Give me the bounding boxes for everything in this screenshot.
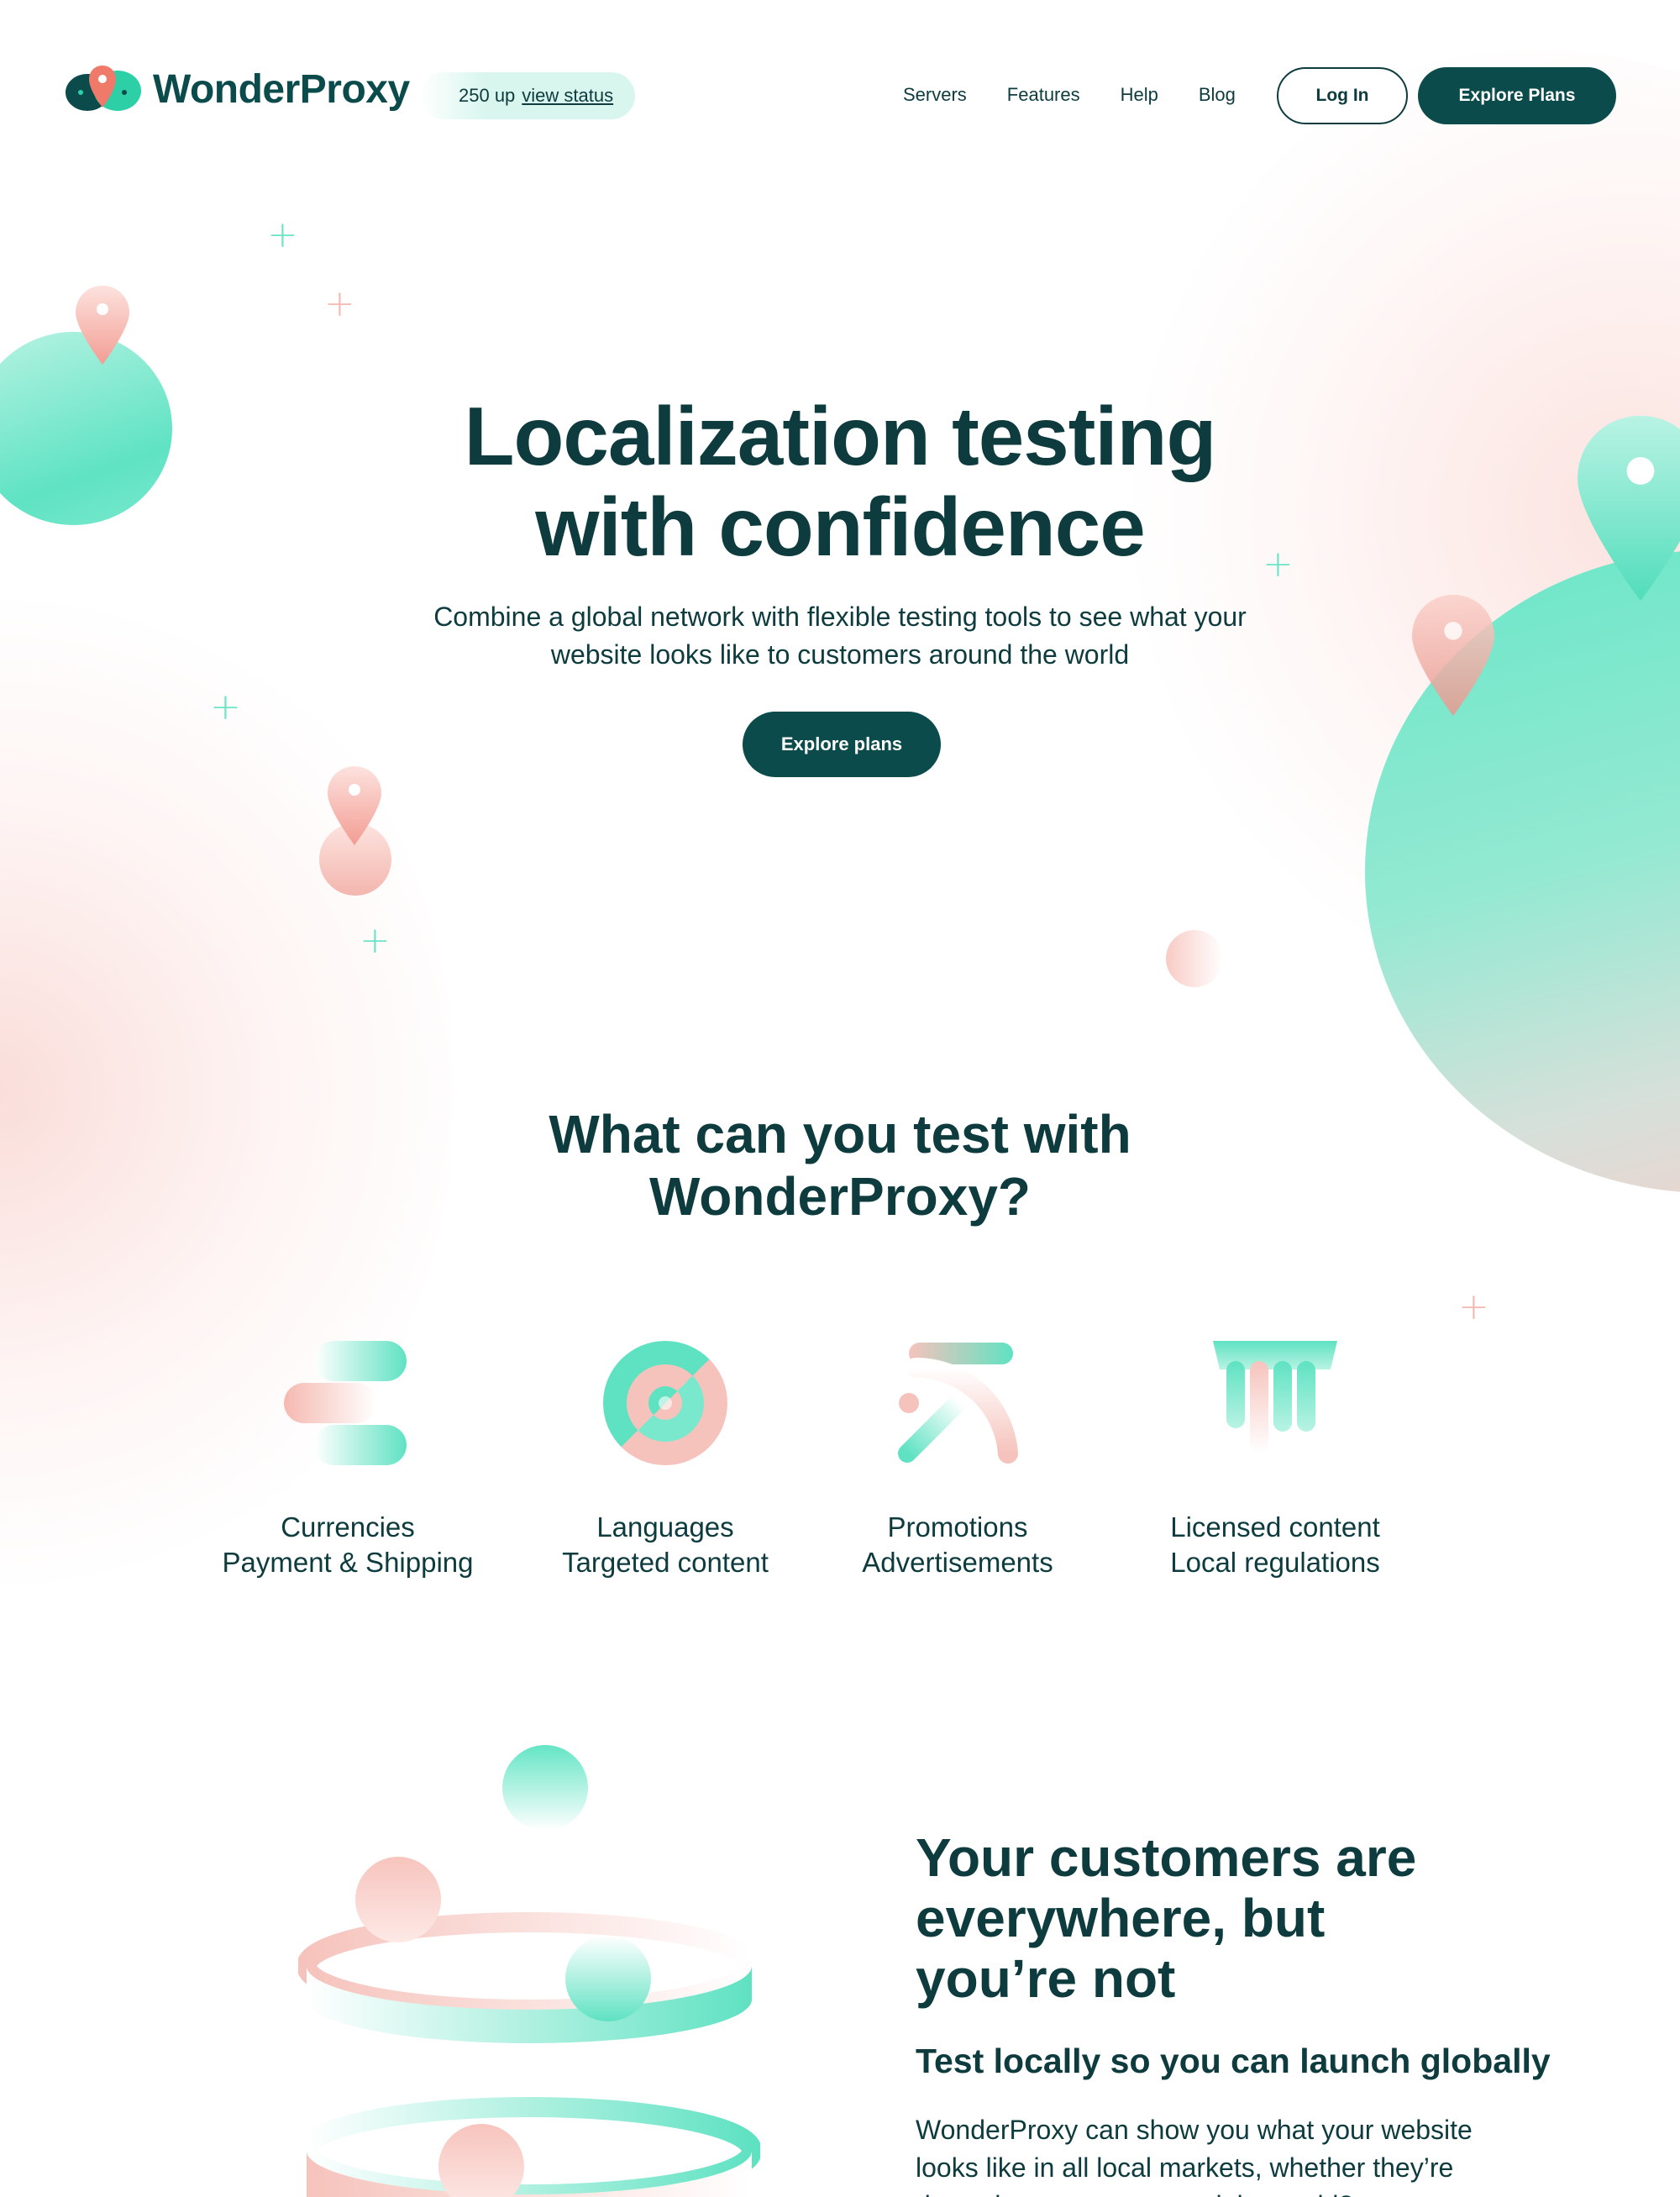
- customers-body-line: looks like in all local markets, whether…: [916, 2152, 1454, 2183]
- location-pin-icon: [328, 766, 381, 845]
- hero-title-line: with confidence: [535, 481, 1146, 573]
- hero-subtitle-line: Combine a global network with flexible t…: [433, 602, 1247, 632]
- feature-item: Licensed content Local regulations: [1132, 1336, 1418, 1580]
- sparkle-plus-icon: +: [324, 282, 355, 325]
- feature-label: Currencies: [281, 1511, 415, 1543]
- feature-item: Promotions Advertisements: [815, 1336, 1100, 1580]
- section-title-line: What can you test with: [549, 1104, 1131, 1164]
- login-button[interactable]: Log In: [1277, 67, 1408, 124]
- decorative-sphere: [565, 1936, 651, 2021]
- feature-label: Local regulations: [1170, 1547, 1380, 1578]
- customers-body-line: down the street or around the world?: [916, 2187, 1554, 2197]
- hero-subtitle-line: website looks like to customers around t…: [550, 639, 1130, 670]
- promotion-icon: [898, 1343, 1018, 1464]
- explore-plans-button[interactable]: Explore Plans: [1418, 67, 1616, 124]
- page: + + + + + + WonderProxy 250 up view stat…: [0, 0, 1680, 2197]
- feature-item: Currencies Payment & Shipping: [205, 1336, 491, 1580]
- nav-features[interactable]: Features: [1007, 84, 1080, 106]
- nav-help[interactable]: Help: [1121, 84, 1158, 106]
- currency-icon: [284, 1341, 407, 1465]
- main-nav: Servers Features Help Blog: [903, 84, 1236, 106]
- brand-name: WonderProxy: [153, 66, 410, 112]
- feature-label: Advertisements: [862, 1547, 1053, 1578]
- server-status-pill: 250 up view status: [420, 72, 636, 119]
- hero-explore-plans-button[interactable]: Explore plans: [743, 712, 941, 777]
- decorative-sphere-small: [1166, 930, 1223, 987]
- feature-label: Licensed content: [1170, 1511, 1380, 1543]
- view-status-link[interactable]: view status: [522, 85, 613, 107]
- customers-subtitle: Test locally so you can launch globally: [916, 2042, 1551, 2080]
- site-header: WonderProxy 250 up view status Servers F…: [0, 0, 1680, 193]
- nav-servers[interactable]: Servers: [903, 84, 967, 106]
- hero-title: Localization testing with confidence: [336, 391, 1344, 572]
- customers-title-line: Your customers are: [916, 1827, 1417, 1888]
- customers-body: WonderProxy can show you what your websi…: [916, 2111, 1554, 2197]
- logo[interactable]: WonderProxy: [66, 64, 410, 114]
- customers-title-line: everywhere, but: [916, 1888, 1326, 1948]
- sparkle-plus-icon: +: [210, 686, 241, 728]
- section-title: What can you test with WonderProxy?: [420, 1103, 1260, 1227]
- feature-label: Targeted content: [562, 1547, 769, 1578]
- decorative-sphere: [502, 1745, 588, 1831]
- feature-item: Languages Targeted content: [522, 1336, 808, 1580]
- location-pin-icon: [1578, 415, 1680, 602]
- nav-blog[interactable]: Blog: [1199, 84, 1236, 106]
- sparkle-plus-icon: +: [360, 919, 391, 962]
- wonderproxy-logo-icon: [66, 66, 141, 111]
- server-count: 250 up: [459, 85, 516, 106]
- feature-label: Languages: [596, 1511, 734, 1543]
- section-title-line: WonderProxy?: [649, 1166, 1031, 1227]
- location-pin-icon: [1411, 595, 1495, 716]
- decorative-sphere: [355, 1857, 441, 1942]
- feature-label: Payment & Shipping: [222, 1547, 474, 1578]
- customers-body-line: WonderProxy can show you what your websi…: [916, 2115, 1473, 2145]
- sparkle-plus-icon: +: [267, 213, 298, 256]
- hero-subtitle: Combine a global network with flexible t…: [361, 598, 1319, 674]
- sparkle-plus-icon: +: [1458, 1285, 1489, 1328]
- customers-title-line: you’re not: [916, 1948, 1176, 2009]
- target-icon: [603, 1341, 727, 1465]
- hero-title-line: Localization testing: [464, 390, 1217, 482]
- feature-label: Promotions: [887, 1511, 1028, 1543]
- customers-title: Your customers are everywhere, but you’r…: [916, 1827, 1588, 2009]
- license-icon: [1213, 1341, 1337, 1453]
- globe-rings-illustration: [298, 1912, 760, 2197]
- location-pin-icon: [76, 286, 129, 365]
